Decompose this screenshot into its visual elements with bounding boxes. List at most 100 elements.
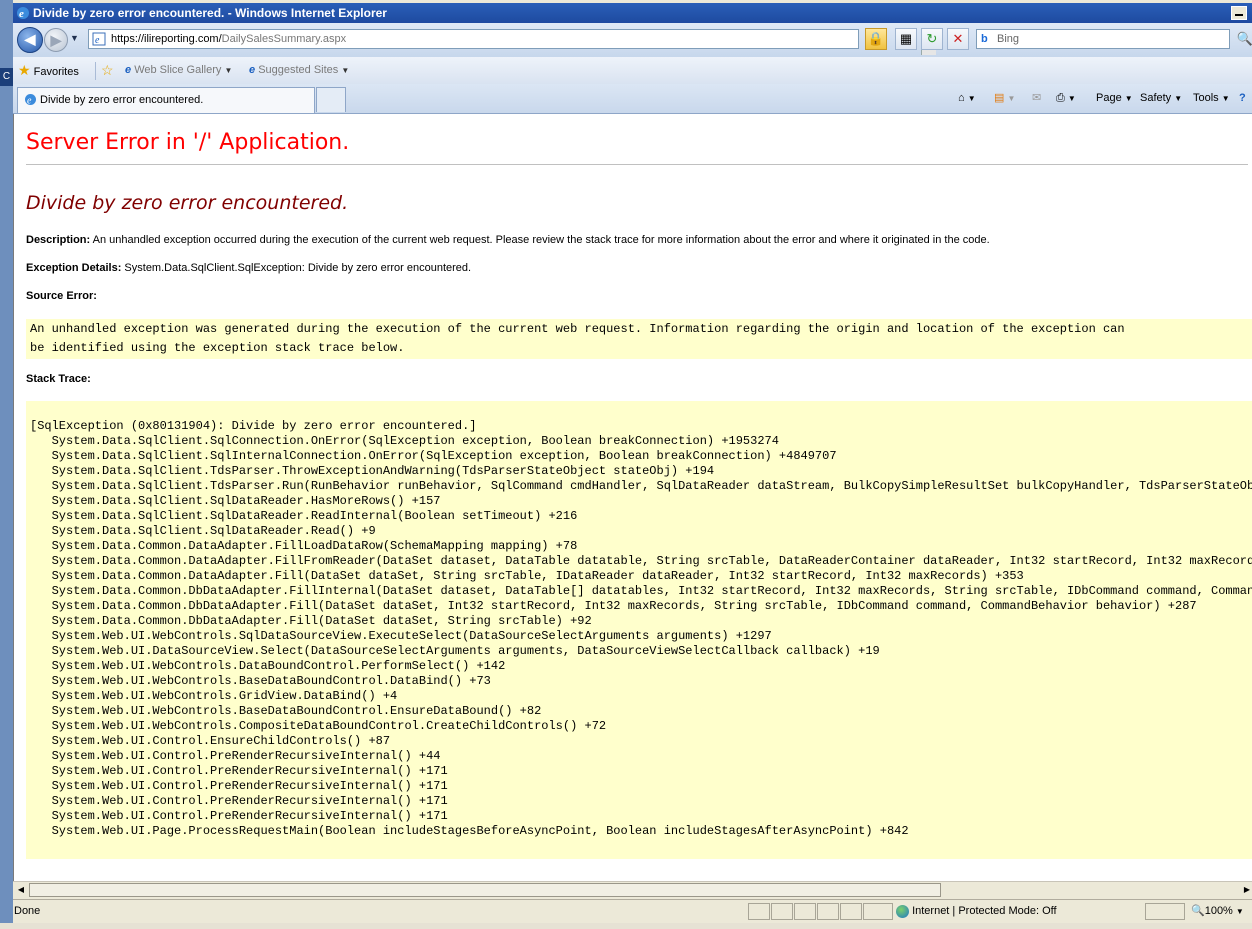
status-text: Done [14,905,41,917]
stack-trace-line: System.Data.SqlClient.TdsParser.Run(RunB… [30,479,1252,493]
tab-active[interactable]: e Divide by zero error encountered. [17,87,315,113]
stack-trace-box: [SqlException (0x80131904): Divide by ze… [26,401,1252,859]
divider [95,62,96,80]
home-icon[interactable]: ⌂ ▼ [958,84,976,113]
source-error-label: Source Error: [26,290,97,302]
favorites-bar: ★ Favorites ☆ e Web Slice Gallery ▼ e Su… [13,57,1252,85]
favorites-button[interactable]: ★ Favorites [18,57,79,86]
address-url: https://ilireporting.com/DailySalesSumma… [111,30,346,48]
search-placeholder: Bing [997,33,1020,45]
ie-window: C e Divide by zero error encountered. - … [0,0,1252,929]
safety-menu[interactable]: Safety ▼ [1140,84,1182,113]
command-bar: ⌂ ▼ ▤ ▼ ✉ ⎙ ▼ Page ▼ Safety ▼ Tools ▼ ? [958,84,1252,113]
stack-trace-line: System.Data.Common.DataAdapter.FillLoadD… [30,539,578,553]
svg-text:e: e [19,8,24,20]
status-cell [771,903,793,920]
exception-details-label: Exception Details: [26,262,122,274]
status-cell [840,903,862,920]
scrollbar-thumb[interactable] [29,883,941,897]
source-error-box: An unhandled exception was generated dur… [26,319,1252,359]
rss-feed-icon[interactable]: ▤ ▼ [994,84,1015,113]
zoom-control[interactable]: 🔍100% ▼ [1191,900,1244,923]
compatibility-view-icon[interactable]: ▦ [895,28,917,50]
scroll-left-icon[interactable]: ◀ [15,884,27,896]
zoom-level: 100% [1204,905,1233,917]
title-bar: e Divide by zero error encountered. - Wi… [13,3,1252,23]
stack-trace-line: System.Web.UI.WebControls.CompositeDataB… [30,719,607,733]
tools-menu-label: Tools [1193,92,1219,104]
taskbar-edge [0,923,1252,929]
back-button[interactable]: ◀ [17,27,43,53]
security-zone[interactable]: Internet | Protected Mode: Off [896,900,1057,923]
minimize-button[interactable] [1231,6,1247,20]
security-zone-label: Internet | Protected Mode: Off [912,905,1057,917]
status-cell [748,903,770,920]
source-error-heading: Source Error: [26,290,97,302]
stack-trace-line: System.Data.Common.DataAdapter.Fill(Data… [30,569,1024,583]
back-arrow-icon: ◀ [24,31,36,47]
help-icon[interactable]: ? [1239,84,1246,113]
web-slice-gallery-label: Web Slice Gallery [134,64,222,76]
mail-icon[interactable]: ✉ [1032,84,1041,113]
stack-trace-line: System.Data.SqlClient.SqlDataReader.Read… [30,524,376,538]
scroll-right-icon[interactable]: ▶ [1241,884,1252,896]
url-path: DailySalesSummary.aspx [221,33,347,45]
background-window-tab[interactable]: C [0,68,13,86]
horizontal-scrollbar[interactable]: ◀ ▶ [13,881,1252,899]
ie-page-icon: e [25,94,36,107]
svg-text:e: e [95,35,100,46]
recent-pages-dropdown[interactable]: ▼ [70,33,79,43]
stack-trace-heading: Stack Trace: [26,373,91,385]
new-tab-button[interactable] [316,87,346,112]
refresh-icon[interactable]: ↻ [921,28,943,50]
ie-page-icon: e [249,64,256,76]
search-icon[interactable]: 🔍 [1235,29,1252,49]
stop-icon[interactable]: ✕ [947,28,969,50]
stack-trace-line: System.Data.SqlClient.TdsParser.ThrowExc… [30,464,715,478]
forward-arrow-icon: ▶ [50,32,62,48]
globe-icon [896,904,909,918]
forward-button[interactable]: ▶ [44,28,68,52]
add-to-favorites-bar-icon[interactable]: ☆ [101,57,114,86]
tab-label: Divide by zero error encountered. [40,94,204,106]
star-icon: ★ [18,62,31,78]
stack-trace-line: System.Web.UI.WebControls.BaseDataBoundC… [30,674,491,688]
navigation-bar: ◀ ▶ ▼ e https://ilireporting.com/DailySa… [13,23,1252,57]
chevron-down-icon: ▼ [341,66,350,75]
print-icon[interactable]: ⎙ ▼ [1056,84,1076,113]
suggested-sites-label: Suggested Sites [258,64,339,76]
tools-menu[interactable]: Tools ▼ [1193,84,1230,113]
star-add-icon: ☆ [101,62,114,78]
stack-trace-line: System.Web.UI.WebControls.DataBoundContr… [30,659,506,673]
protected-mode-settings[interactable] [1145,903,1185,920]
status-cell [794,903,816,920]
source-error-line: be identified using the exception stack … [30,341,405,355]
stack-trace-line: System.Web.UI.WebControls.BaseDataBoundC… [30,704,542,718]
stack-trace-line: System.Data.Common.DbDataAdapter.FillInt… [30,584,1252,598]
source-error-line: An unhandled exception was generated dur… [30,322,1125,336]
exception-details-text: System.Data.SqlClient.SqlException: Divi… [124,262,472,274]
stack-trace-line: System.Web.UI.Control.PreRenderRecursive… [30,794,448,808]
status-bar: Done Internet | Protected Mode: Off 🔍100… [13,899,1252,924]
web-slice-gallery-link[interactable]: e Web Slice Gallery ▼ [125,57,232,84]
stack-trace-line: System.Data.Common.DbDataAdapter.Fill(Da… [30,614,592,628]
stack-trace-line: System.Data.Common.DbDataAdapter.Fill(Da… [30,599,1197,613]
svg-text:e: e [27,96,32,107]
lock-icon[interactable]: 🔒 [865,28,887,50]
stack-trace-line: System.Web.UI.Control.EnsureChildControl… [30,734,391,748]
page-content: Server Error in '/' Application. Divide … [13,114,1252,881]
stack-trace-line: System.Web.UI.DataSourceView.Select(Data… [30,644,880,658]
search-input[interactable]: b Bing [976,29,1230,49]
stack-trace-line: System.Data.SqlClient.SqlDataReader.HasM… [30,494,441,508]
address-bar[interactable]: e https://ilireporting.com/DailySalesSum… [88,29,936,55]
suggested-sites-link[interactable]: e Suggested Sites ▼ [249,57,349,84]
page-menu-label: Page [1096,92,1122,104]
stack-trace-label: Stack Trace: [26,373,91,385]
stack-trace-line: System.Data.SqlClient.SqlConnection.OnEr… [30,434,779,448]
page-menu[interactable]: Page ▼ [1096,84,1133,113]
stack-trace-line: System.Data.Common.DataAdapter.FillFromR… [30,554,1252,568]
stack-trace-line: System.Web.UI.Control.PreRenderRecursive… [30,764,448,778]
exception-details-line: Exception Details: System.Data.SqlClient… [26,262,471,274]
tab-bar: e Divide by zero error encountered. ⌂ ▼ … [13,84,1252,114]
status-cell [863,903,893,920]
